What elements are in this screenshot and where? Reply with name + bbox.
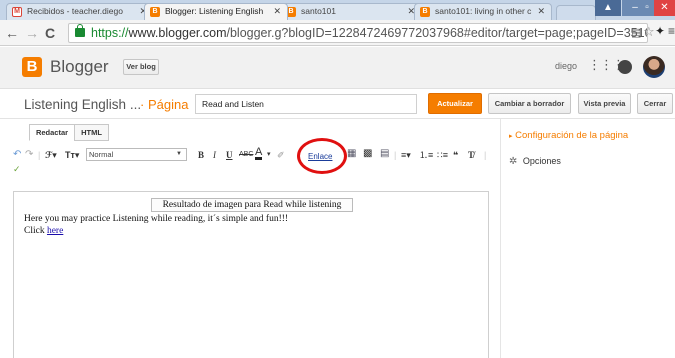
tab-gmail[interactable]: M Recibidos - teacher.diego ✕ — [6, 3, 154, 20]
image-caption[interactable]: Resultado de imagen para Read while list… — [151, 198, 353, 212]
strikethrough-icon[interactable]: ABC — [239, 149, 253, 161]
options-label: Opciones — [522, 156, 561, 166]
toolbar-divider: | — [484, 150, 487, 160]
toolbar-divider: | — [38, 150, 41, 160]
editor-content[interactable]: Resultado de imagen para Read while list… — [13, 191, 489, 358]
page-label: Página — [148, 97, 189, 112]
tab-title: Recibidos - teacher.diego — [27, 6, 123, 16]
tab-compose[interactable]: Redactar — [29, 124, 75, 141]
page-settings-header[interactable]: ▸ Configuración de la página — [509, 130, 628, 141]
close-icon[interactable]: ✕ — [273, 6, 281, 17]
blogger-icon: B — [420, 7, 430, 17]
text-color-icon[interactable]: A — [255, 147, 263, 160]
image-icon[interactable]: ▦ — [347, 148, 356, 160]
url-input[interactable]: https://www.blogger.com/blogger.g?blogID… — [68, 23, 648, 43]
notifications-icon[interactable] — [618, 60, 632, 74]
revert-to-draft-button[interactable]: Cambiar a borrador — [488, 93, 571, 114]
format-select[interactable]: Normal ▼ — [86, 148, 187, 161]
browser-tab-bar: M Recibidos - teacher.diego ✕ B Blogger:… — [0, 0, 675, 20]
chevron-down-icon: ▼ — [176, 151, 182, 157]
forward-icon[interactable]: → — [25, 24, 39, 42]
page-settings-label: Configuración de la página — [515, 130, 629, 141]
numbered-list-icon[interactable]: ⒈≡ — [419, 149, 433, 161]
blogger-logo-icon[interactable]: B — [22, 57, 42, 77]
user-name: diego — [555, 61, 578, 71]
preview-button[interactable]: Vista previa — [578, 93, 631, 114]
reload-icon[interactable]: C — [45, 24, 55, 42]
new-tab-button[interactable] — [556, 5, 596, 20]
tab-santo101[interactable]: B santo101 ✕ — [280, 3, 422, 20]
bulleted-list-icon[interactable]: ∷≡ — [437, 149, 448, 161]
tab-santo101-living[interactable]: B santo101: living in other c ✕ — [414, 3, 552, 20]
undo-icon[interactable]: ↶ — [13, 149, 21, 161]
star-icon[interactable]: ☆ — [643, 24, 655, 40]
back-icon[interactable]: ← — [5, 24, 19, 42]
gmail-icon: M — [12, 7, 22, 17]
blog-name: Listening English ... — [24, 97, 142, 112]
jump-break-icon[interactable]: ▤ — [380, 148, 389, 160]
text-color-dropdown-icon[interactable]: ▾ — [267, 149, 271, 161]
url-scheme: https:// — [91, 26, 129, 40]
bold-icon[interactable]: B — [198, 149, 204, 161]
blogger-icon: B — [150, 7, 160, 17]
extension-icon[interactable]: ✦ — [655, 24, 665, 38]
font-size-icon[interactable]: Tᴛ▾ — [65, 149, 79, 161]
avatar[interactable] — [643, 56, 665, 78]
highlight-icon[interactable]: ✐ — [277, 149, 285, 161]
toolbar-divider: | — [394, 150, 397, 160]
video-icon[interactable]: ▩ — [363, 148, 372, 160]
user-badge-icon[interactable]: ▲ — [595, 0, 621, 16]
menu-icon[interactable]: ≡ — [668, 24, 675, 38]
editor-toolbar: Redactar HTML ↶ ↷ | ℱ▾ Tᴛ▾ Normal ▼ B I U… — [13, 119, 500, 187]
update-button[interactable]: Actualizar — [428, 93, 482, 114]
format-value: Normal — [89, 150, 114, 159]
highlight-annotation — [297, 138, 347, 174]
page-settings-sidebar: ▸ Configuración de la página ✲ Opciones — [500, 119, 675, 358]
tab-title: santo101: living in other c — [435, 6, 532, 16]
url-path: /blogger.g?blogID=1228472469772037968#ed… — [226, 26, 648, 40]
tab-title: Blogger: Listening English — [165, 6, 264, 16]
window-close-icon[interactable]: ✕ — [654, 0, 675, 16]
title-separator: · — [140, 97, 145, 112]
editor-header: Listening English ... · Página Read and … — [0, 89, 675, 119]
page-title-input[interactable]: Read and Listen — [195, 94, 417, 114]
font-family-icon[interactable]: ℱ▾ — [45, 149, 57, 161]
redo-icon[interactable]: ↷ — [25, 149, 33, 161]
brand-name: Blogger — [50, 57, 109, 76]
view-blog-button[interactable]: Ver blog — [123, 59, 159, 75]
maximize-icon[interactable]: ▫ — [640, 0, 654, 16]
click-text: Click — [24, 226, 45, 236]
clear-formatting-icon[interactable]: T̸ — [468, 149, 474, 161]
caret-down-icon: ▸ — [509, 133, 513, 140]
body-line: Click here — [24, 226, 63, 236]
here-link[interactable]: here — [47, 226, 63, 236]
underline-icon[interactable]: U — [226, 149, 233, 161]
address-bar-row: ← → C https://www.blogger.com/blogger.g?… — [0, 20, 675, 46]
body-line: Here you may practice Listening while re… — [24, 214, 289, 224]
italic-icon[interactable]: I — [213, 149, 216, 161]
blogger-header: B Blogger Ver blog diego ⋮⋮⋮ — [0, 47, 675, 89]
tab-title: santo101 — [301, 6, 336, 16]
spellcheck-icon[interactable]: ✓ — [13, 163, 21, 175]
tab-blogger-listening[interactable]: B Blogger: Listening English ✕ — [144, 3, 288, 20]
page-action-icon[interactable]: ▤ — [631, 26, 641, 39]
close-button[interactable]: Cerrar — [637, 93, 673, 114]
quote-icon[interactable]: ❝ — [453, 149, 458, 161]
options-item[interactable]: ✲ Opciones — [509, 156, 561, 167]
url-host: www.blogger.com — [128, 26, 227, 40]
close-icon[interactable]: ✕ — [537, 6, 545, 17]
tab-html[interactable]: HTML — [74, 124, 109, 141]
lock-icon — [75, 24, 85, 37]
align-icon[interactable]: ≡▾ — [401, 149, 411, 161]
gear-icon: ✲ — [509, 156, 518, 167]
